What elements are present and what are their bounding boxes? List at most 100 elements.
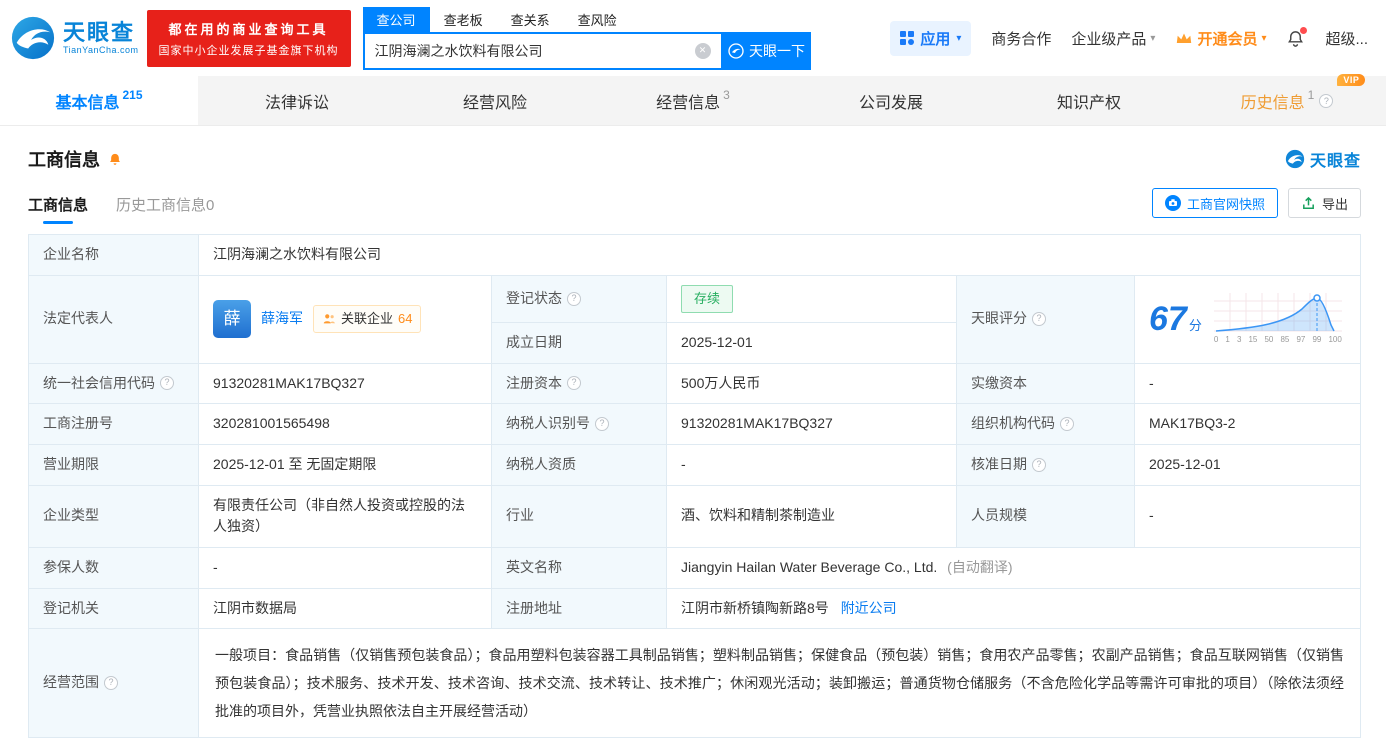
search-tabs: 查公司 查老板 查关系 查风险 — [363, 7, 811, 32]
top-menu: 应用 ▾ 商务合作 企业级产品 ▾ 开通会员 ▾ 超级... — [890, 21, 1368, 56]
legal-rep-name-link[interactable]: 薛海军 — [261, 308, 303, 330]
field-label: 注册地址 — [506, 598, 562, 620]
tab-company-development[interactable]: 公司发展 — [792, 76, 990, 125]
chevron-down-icon: ▾ — [1261, 33, 1266, 44]
subtab-row: 工商信息 历史工商信息0 工商官网快照 导出 — [0, 172, 1386, 224]
insured-value: - — [199, 547, 492, 588]
export-button[interactable]: 导出 — [1288, 188, 1361, 218]
tab-basic-info[interactable]: 基本信息 215 — [0, 76, 198, 125]
field-label: 成立日期 — [506, 332, 562, 354]
search-tab-relation[interactable]: 查关系 — [497, 7, 564, 32]
search-input[interactable] — [365, 43, 695, 59]
main-nav-tabs: 基本信息 215 法律诉讼 经营风险 经营信息 3 公司发展 知识产权 历史信息… — [0, 76, 1386, 126]
industry-value: 酒、饮料和精制茶制造业 — [667, 485, 957, 547]
reg-capital-value: 500万人民币 — [667, 363, 957, 404]
subtab-history-business-info[interactable]: 历史工商信息0 — [116, 194, 214, 224]
reg-number-value: 320281001565498 — [199, 404, 492, 445]
tab-label: 历史信息 — [1241, 89, 1305, 113]
brand-name: 天眼查 — [63, 21, 139, 45]
tab-history-info[interactable]: 历史信息 1 VIP — [1188, 76, 1386, 125]
help-icon[interactable] — [567, 292, 581, 306]
help-icon[interactable] — [1032, 312, 1046, 326]
score-value: 67 — [1149, 300, 1187, 338]
search-tab-risk[interactable]: 查风险 — [564, 7, 631, 32]
related-companies-tag[interactable]: 关联企业 64 — [313, 305, 421, 333]
tab-label: 知识产权 — [1057, 89, 1121, 113]
tab-intellectual-property[interactable]: 知识产权 — [990, 76, 1188, 125]
apps-grid-icon — [900, 31, 914, 45]
tab-label: 公司发展 — [859, 89, 923, 113]
clear-icon[interactable]: ✕ — [695, 43, 711, 59]
english-name-value: Jiangyin Hailan Water Beverage Co., Ltd. — [681, 559, 937, 575]
search-tab-company[interactable]: 查公司 — [363, 7, 430, 32]
topbar: 天眼查 TianYanCha.com 都在用的商业查询工具 国家中小企业发展子基… — [0, 0, 1386, 76]
chevron-down-icon: ▾ — [956, 33, 961, 44]
tab-label: 经营信息 — [656, 89, 720, 113]
field-label: 英文名称 — [506, 557, 562, 579]
subtab-business-info[interactable]: 工商信息 — [28, 194, 88, 224]
tab-operation-info[interactable]: 经营信息 3 — [594, 76, 792, 125]
table-row-company-name: 企业名称 江阴海澜之水饮料有限公司 — [29, 235, 1361, 276]
menu-biz-cooperation[interactable]: 商务合作 — [991, 28, 1051, 49]
business-term-value: 2025-12-01 至 无固定期限 — [199, 444, 492, 485]
help-icon[interactable] — [1319, 94, 1333, 108]
search-button-logo-icon — [728, 43, 744, 59]
table-row-insured: 参保人数 - 英文名称 Jiangyin Hailan Water Bevera… — [29, 547, 1361, 588]
field-label: 核准日期 — [971, 454, 1027, 476]
help-icon[interactable] — [1060, 417, 1074, 431]
camera-icon — [1165, 195, 1181, 211]
taxpayer-id-value: 91320281MAK17BQ327 — [667, 404, 957, 445]
menu-enterprise-products-label: 企业级产品 — [1071, 28, 1146, 49]
search-box: ✕ — [363, 32, 723, 70]
tab-count: 3 — [723, 88, 730, 102]
notification-bell[interactable] — [1286, 29, 1305, 48]
menu-open-vip[interactable]: 开通会员 ▾ — [1175, 28, 1266, 49]
search-button[interactable]: 天眼一下 — [723, 32, 811, 70]
promo-banner: 都在用的商业查询工具 国家中小企业发展子基金旗下机构 — [147, 10, 351, 67]
establish-date-value: 2025-12-01 — [667, 322, 957, 363]
approval-date-value: 2025-12-01 — [1135, 444, 1361, 485]
table-row-company-type: 企业类型 有限责任公司（非自然人投资或控股的法人独资） 行业 酒、饮料和精制茶制… — [29, 485, 1361, 547]
taxpayer-quality-value: - — [667, 444, 957, 485]
table-row-credit-code: 统一社会信用代码 91320281MAK17BQ327 注册资本 500万人民币… — [29, 363, 1361, 404]
help-icon[interactable] — [567, 376, 581, 390]
chevron-down-icon: ▾ — [1150, 33, 1155, 44]
related-companies-count: 64 — [398, 309, 412, 329]
menu-enterprise-products[interactable]: 企业级产品 ▾ — [1071, 28, 1155, 49]
field-label: 组织机构代码 — [971, 413, 1055, 435]
field-label: 行业 — [506, 505, 534, 527]
score-distribution-chart — [1214, 291, 1342, 333]
help-icon[interactable] — [160, 376, 174, 390]
field-label: 法定代表人 — [43, 308, 113, 330]
field-label: 纳税人资质 — [506, 454, 576, 476]
help-icon[interactable] — [1032, 458, 1046, 472]
tab-legal-litigation[interactable]: 法律诉讼 — [198, 76, 396, 125]
tab-operation-risk[interactable]: 经营风险 — [396, 76, 594, 125]
table-row-business-term: 营业期限 2025-12-01 至 无固定期限 纳税人资质 - 核准日期 202… — [29, 444, 1361, 485]
field-label: 参保人数 — [43, 557, 99, 579]
search-tab-boss[interactable]: 查老板 — [430, 7, 497, 32]
menu-super[interactable]: 超级... — [1325, 28, 1368, 49]
reg-authority-value: 江阴市数据局 — [199, 588, 492, 629]
official-snapshot-button[interactable]: 工商官网快照 — [1152, 188, 1278, 218]
field-label: 纳税人识别号 — [506, 413, 590, 435]
apps-menu[interactable]: 应用 ▾ — [890, 21, 971, 56]
tab-count: 1 — [1308, 88, 1315, 102]
help-icon[interactable] — [595, 417, 609, 431]
nearby-companies-link[interactable]: 附近公司 — [841, 600, 897, 616]
tianyancha-logo[interactable]: 天眼查 TianYanCha.com — [10, 15, 139, 61]
company-type-value: 有限责任公司（非自然人投资或控股的法人独资） — [199, 485, 492, 547]
company-name-value: 江阴海澜之水饮料有限公司 — [199, 235, 1361, 276]
tianyancha-logo-icon — [1285, 149, 1305, 169]
subscribe-bell-icon[interactable] — [108, 152, 122, 167]
credit-code-value: 91320281MAK17BQ327 — [199, 363, 492, 404]
field-label: 企业类型 — [43, 505, 99, 527]
legal-rep-avatar[interactable]: 薛 — [213, 300, 251, 338]
people-icon — [322, 312, 336, 326]
search-button-label: 天眼一下 — [749, 41, 805, 61]
tianyan-score: 67分 0 — [1149, 291, 1346, 346]
table-row-reg-number: 工商注册号 320281001565498 纳税人识别号 91320281MAK… — [29, 404, 1361, 445]
help-icon[interactable] — [104, 676, 118, 690]
section-header: 工商信息 天眼查 — [0, 126, 1386, 172]
watermark-brand-name: 天眼查 — [1310, 147, 1361, 171]
